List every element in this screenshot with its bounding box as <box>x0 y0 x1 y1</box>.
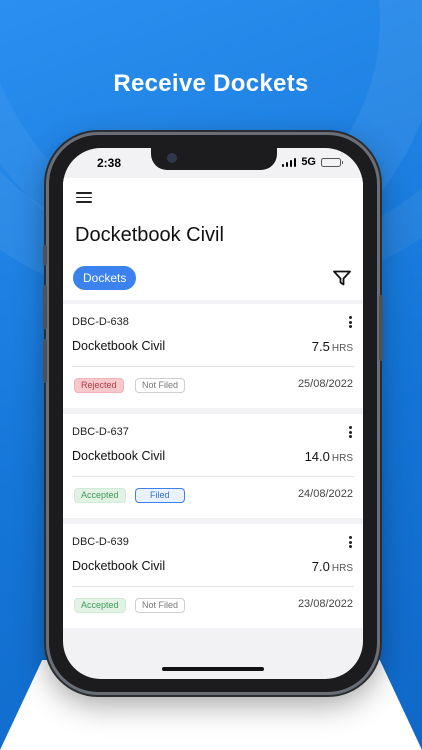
hours-unit: HRS <box>331 343 353 354</box>
signal-icon <box>281 157 297 167</box>
phone-button <box>43 285 47 329</box>
divider <box>72 476 354 477</box>
menu-icon[interactable] <box>76 192 92 203</box>
docket-hours: 7.5 HRS <box>312 339 353 354</box>
dockets-filter-chip[interactable]: Dockets <box>73 266 137 290</box>
filing-badge: Not Filed <box>135 378 186 393</box>
filing-badge: Filed <box>135 488 185 503</box>
filing-badge: Not Filed <box>135 598 186 613</box>
phone-button <box>379 295 383 361</box>
docket-date: 24/08/2022 <box>297 488 353 500</box>
docket-card[interactable]: DBC-D-639 Docketbook Civil 7.0 HRS Accept… <box>63 524 363 628</box>
app-header: Docketbook Civil Dockets <box>63 178 363 300</box>
hours-value: 7.0 <box>311 559 330 574</box>
docket-date: 23/08/2022 <box>297 598 353 610</box>
status-time: 2:38 <box>97 156 122 170</box>
notch <box>151 148 277 170</box>
battery-icon <box>321 157 343 167</box>
home-indicator[interactable] <box>162 667 264 671</box>
divider <box>72 366 354 367</box>
docket-id: DBC-D-639 <box>72 536 129 548</box>
promo-headline: Receive Dockets <box>113 70 309 97</box>
docket-hours: 14.0 HRS <box>305 449 353 464</box>
status-badge: Rejected <box>74 378 124 393</box>
docket-company: Docketbook Civil <box>72 339 166 353</box>
phone-button <box>43 339 47 383</box>
docket-card[interactable]: DBC-D-637 Docketbook Civil 14.0 HRS Accep… <box>63 414 363 518</box>
status-indicators: 5G <box>281 156 343 168</box>
hours-unit: HRS <box>331 453 353 464</box>
phone-button <box>43 245 47 265</box>
more-vertical-icon[interactable] <box>349 316 353 328</box>
phone-screen: 2:38 5G Docketbook Civil Dockets DBC-D-6… <box>63 148 363 679</box>
docket-date: 25/08/2022 <box>297 378 353 390</box>
page-title: Docketbook Civil <box>75 224 224 246</box>
status-badge: Accepted <box>74 488 126 503</box>
divider <box>72 586 354 587</box>
docket-company: Docketbook Civil <box>72 559 166 573</box>
hours-value: 7.5 <box>311 339 330 354</box>
docket-id: DBC-D-637 <box>72 426 129 438</box>
hours-value: 14.0 <box>304 449 330 464</box>
hours-unit: HRS <box>331 563 353 574</box>
more-vertical-icon[interactable] <box>349 536 353 548</box>
docket-hours: 7.0 HRS <box>312 559 353 574</box>
status-badge: Accepted <box>74 598 126 613</box>
network-label: 5G <box>301 156 316 168</box>
camera-icon <box>167 153 177 163</box>
more-vertical-icon[interactable] <box>349 426 353 438</box>
filter-icon[interactable] <box>333 270 351 286</box>
docket-list: DBC-D-638 Docketbook Civil 7.5 HRS Reject… <box>63 304 363 634</box>
phone-frame: 2:38 5G Docketbook Civil Dockets DBC-D-6… <box>43 132 383 695</box>
docket-company: Docketbook Civil <box>72 449 166 463</box>
docket-card[interactable]: DBC-D-638 Docketbook Civil 7.5 HRS Reject… <box>63 304 363 408</box>
docket-id: DBC-D-638 <box>72 316 129 328</box>
